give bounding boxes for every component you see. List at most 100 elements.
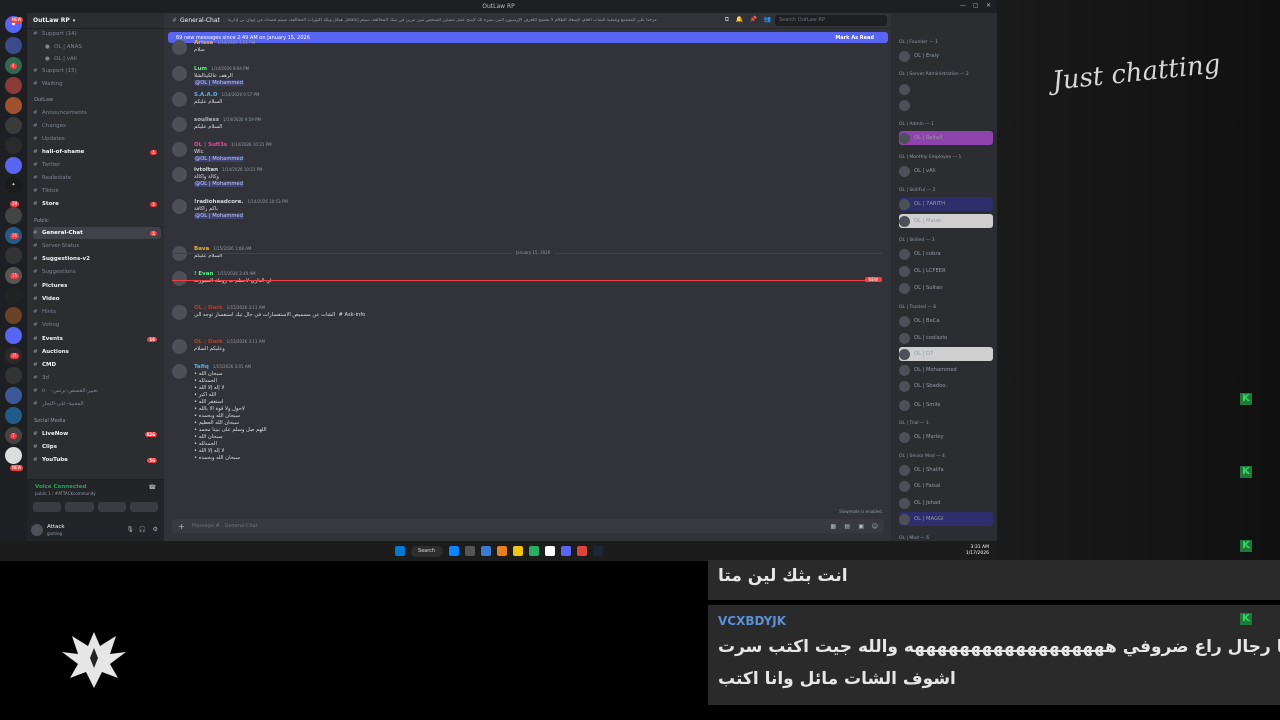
member-item[interactable]: OL | LCFEER	[899, 264, 993, 278]
message-author[interactable]: ! Evan 1/15/2026 2:49 AM	[194, 271, 256, 277]
member-item[interactable]: OL | 7ARITH	[899, 197, 993, 211]
minimize-icon[interactable]: —	[960, 2, 967, 9]
threads-icon[interactable]: ⧉	[725, 16, 729, 24]
avatar[interactable]	[172, 339, 187, 354]
message-composer[interactable]: + Message # · General-Chat ☺ ▣ ▤ ▦	[172, 519, 884, 533]
channel-category[interactable]: OutLaw	[34, 97, 53, 103]
message-author[interactable]: Bava 1/15/2026 1:08 AM	[194, 246, 251, 252]
avatar[interactable]	[172, 364, 187, 379]
user-mention[interactable]: @OL | Mohammed	[194, 213, 244, 219]
channel-item[interactable]: # Twitter	[33, 159, 161, 171]
member-item[interactable]: OL | cobra	[899, 247, 993, 261]
channel-item[interactable]: # Clips	[33, 441, 161, 453]
member-item[interactable]: OL | ReltaX	[899, 131, 993, 145]
mark-as-read-button[interactable]: Mark As Read	[835, 35, 874, 41]
server-icon[interactable]	[5, 367, 22, 384]
member-search-input[interactable]: Search OutLaw RP	[775, 15, 887, 26]
server-icon[interactable]	[5, 287, 22, 304]
server-icon[interactable]	[5, 117, 22, 134]
camera-button[interactable]	[33, 502, 62, 512]
add-attachment-icon[interactable]: +	[178, 522, 185, 531]
server-icon[interactable]	[5, 247, 22, 264]
members-icon[interactable]: 👥	[764, 16, 771, 23]
channel-topic[interactable]: مرحباً على المجتمع وعملية الشات العام، ل…	[228, 18, 708, 23]
user-mention[interactable]: @OL | Mohammed	[194, 181, 244, 187]
member-item[interactable]: OL | Marley	[899, 430, 993, 444]
avatar[interactable]	[172, 66, 187, 81]
server-icon[interactable]	[5, 447, 22, 464]
member-item[interactable]: OL | vAli	[899, 164, 993, 178]
settings-gear-icon[interactable]: ⚙	[153, 526, 158, 533]
member-item[interactable]: OL | Faisal	[899, 479, 993, 493]
channel-item[interactable]: # Suggestions-v2	[33, 253, 161, 265]
server-icon[interactable]	[5, 37, 22, 54]
app-icon[interactable]	[544, 546, 555, 556]
outlaw-server-icon[interactable]: ✦	[5, 177, 22, 194]
message-author[interactable]: Arissa 1/14/2026 4:01 PM	[194, 40, 255, 46]
channel-item[interactable]: # Realestate	[33, 172, 161, 184]
channel-item[interactable]: # Support (15)	[33, 65, 161, 77]
mic-icon[interactable]: 🎙	[126, 526, 134, 533]
avatar[interactable]	[172, 305, 187, 320]
member-item[interactable]: OL | MAGGI	[899, 512, 993, 526]
server-icon[interactable]	[5, 327, 22, 344]
channel-item[interactable]: # Store 1	[33, 198, 161, 210]
message-author[interactable]: OL | Sufi3s 1/14/2026 10:31 PM	[194, 142, 272, 148]
member-item[interactable]: OL | Eraly	[899, 49, 993, 63]
channel-item[interactable]: # Waiting	[33, 78, 161, 90]
steam-icon[interactable]	[592, 546, 603, 556]
user-mention[interactable]: @OL | Mohammed	[194, 156, 244, 162]
server-icon[interactable]	[5, 97, 22, 114]
message-author[interactable]: OL | Dark 1/15/2026 3:11 AM	[194, 305, 265, 311]
server-icon[interactable]	[5, 77, 22, 94]
channel-item[interactable]: # CMD	[33, 359, 161, 371]
member-item[interactable]: OL | Sultan	[899, 281, 993, 295]
disconnect-icon[interactable]: ☎	[149, 484, 156, 491]
channel-item[interactable]: # Pictures	[33, 280, 161, 292]
message-author[interactable]: soulless 1/14/2026 9:59 PM	[194, 117, 261, 123]
folder-icon[interactable]	[512, 546, 523, 556]
channel-item[interactable]: # hall-of-shame 1	[33, 146, 161, 158]
channel-item[interactable]: # LiveNow 826	[33, 428, 161, 440]
member-item[interactable]: OL | coolazio	[899, 331, 993, 345]
activities-button[interactable]	[97, 502, 126, 512]
channel-item[interactable]: # General-Chat 1	[33, 227, 161, 239]
voice-user[interactable]: ● OL | ANAS	[45, 41, 161, 53]
server-icon[interactable]	[5, 137, 22, 154]
server-icon[interactable]	[5, 157, 22, 174]
message-author[interactable]: !radioheadcore. 1/14/2026 10:53 PM	[194, 199, 288, 205]
member-item[interactable]	[899, 98, 993, 112]
member-item[interactable]: OL | Mohammed	[899, 363, 993, 377]
voice-user[interactable]: ● OL | vAli	[45, 53, 161, 65]
channel-item[interactable]: # Tiktok	[33, 185, 161, 197]
server-icon[interactable]	[5, 387, 22, 404]
member-item[interactable]: OL | Sbadoo.	[899, 379, 993, 393]
avatar[interactable]	[172, 167, 187, 182]
app-icon[interactable]	[464, 546, 475, 556]
channel-item[interactable]: # Video	[33, 293, 161, 305]
message-author[interactable]: Lum 1/14/2026 8:04 PM	[194, 66, 249, 72]
avatar[interactable]	[172, 199, 187, 214]
new-messages-bar[interactable]: 69 new messages since 2:49 AM on January…	[168, 32, 888, 43]
channel-item[interactable]: # تعبير-القصص-برنس-٥٠٠	[33, 385, 161, 397]
channel-item[interactable]: # Suggestions	[33, 266, 161, 278]
gift-icon[interactable]: ▦	[830, 523, 836, 530]
member-item[interactable]: OL | Jehad	[899, 496, 993, 510]
screenshare-button[interactable]	[65, 502, 94, 512]
mail-icon[interactable]	[480, 546, 491, 556]
discord-icon[interactable]	[560, 546, 571, 556]
bell-icon[interactable]: 🔔	[736, 16, 743, 23]
avatar[interactable]	[172, 271, 187, 286]
channel-item[interactable]: #3d	[33, 372, 161, 384]
channel-item[interactable]: # Server-Status	[33, 240, 161, 252]
channel-item[interactable]: # Announcements	[33, 107, 161, 119]
gif-icon[interactable]: ▤	[844, 523, 850, 530]
soundboard-button[interactable]	[129, 502, 158, 512]
taskbar-search[interactable]: Search	[410, 545, 443, 557]
channel-item[interactable]: # Updates	[33, 133, 161, 145]
channel-item[interactable]: # Changes	[33, 120, 161, 132]
channel-category[interactable]: Public	[34, 218, 49, 224]
channel-item[interactable]: # Auctions	[33, 346, 161, 358]
close-icon[interactable]: ✕	[986, 2, 993, 9]
channel-item[interactable]: # المعنية-على-التجار	[33, 398, 161, 410]
